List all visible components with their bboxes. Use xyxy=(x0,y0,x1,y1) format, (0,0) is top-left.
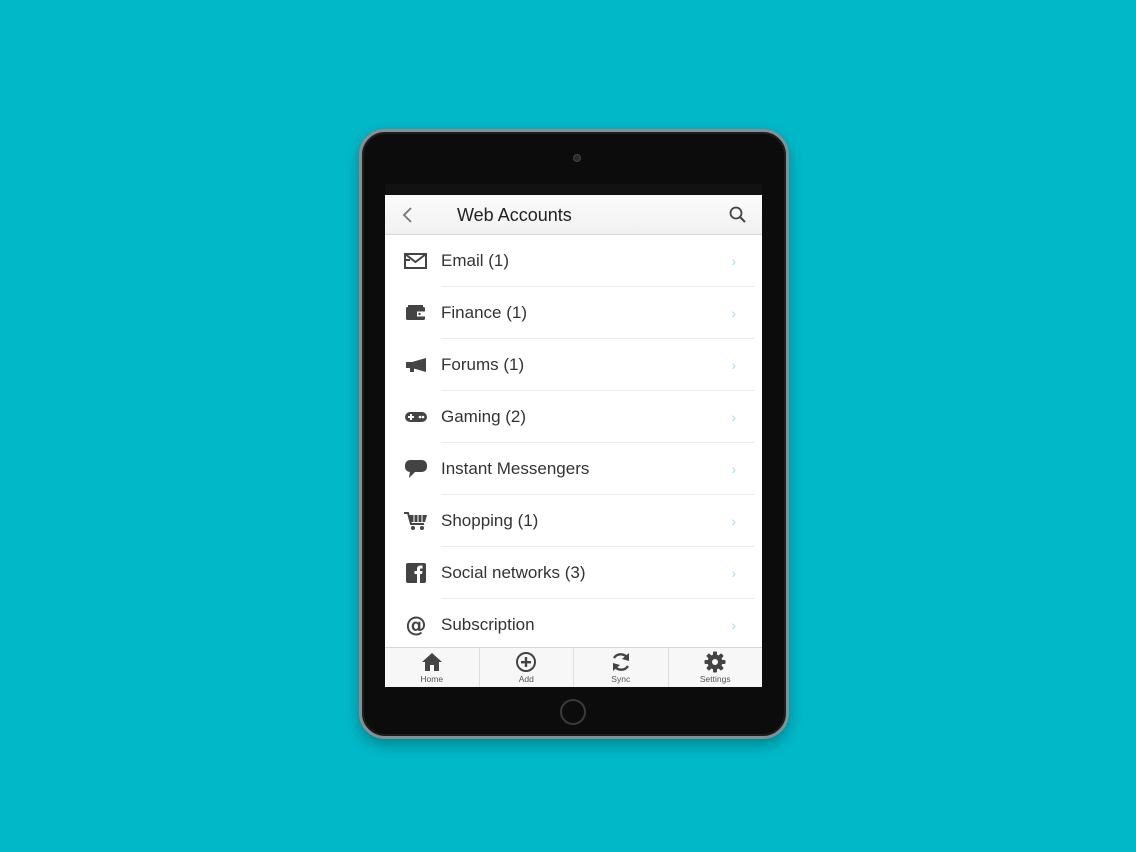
tab-sync[interactable]: Sync xyxy=(573,648,668,687)
wallet-icon xyxy=(406,305,425,320)
tab-add[interactable]: Add xyxy=(478,648,574,687)
tab-settings[interactable]: Settings xyxy=(667,648,763,687)
chevron-right-icon: › xyxy=(731,461,736,477)
chevron-right-icon: › xyxy=(731,253,736,269)
facebook-icon xyxy=(406,563,426,583)
chat-bubble-icon xyxy=(405,460,427,478)
home-hardware-button[interactable] xyxy=(560,699,586,725)
plus-circle-icon xyxy=(516,652,537,672)
status-bar xyxy=(385,184,762,195)
tab-label: Home xyxy=(420,674,444,684)
tab-label: Add xyxy=(518,674,534,684)
list-item-shopping[interactable]: Shopping (1) › xyxy=(385,495,762,547)
chevron-right-icon: › xyxy=(731,305,736,321)
tab-label: Sync xyxy=(611,674,631,684)
list-item-label: Gaming (2) xyxy=(441,407,527,426)
back-button[interactable] xyxy=(397,203,417,227)
list-item-social-networks[interactable]: Social networks (3) › xyxy=(385,547,762,599)
list-item-label: Shopping (1) xyxy=(441,511,539,530)
list-item-subscription[interactable]: @ Subscription › xyxy=(385,599,762,646)
list-item-gaming[interactable]: Gaming (2) › xyxy=(385,391,762,443)
list-item-label: Email (1) xyxy=(441,251,510,270)
svg-text:@: @ xyxy=(406,614,427,636)
category-list: Email (1) › Finance (1) › Forums (1) › G… xyxy=(385,235,762,646)
tab-label: Settings xyxy=(699,674,731,684)
page-title: Web Accounts xyxy=(457,205,572,225)
list-item-forums[interactable]: Forums (1) › xyxy=(385,339,762,391)
chevron-right-icon: › xyxy=(731,565,736,581)
envelope-icon xyxy=(404,253,427,269)
app-screen: Web Accounts Email (1) › Finance (1) › F… xyxy=(385,184,762,687)
sync-icon xyxy=(612,653,629,671)
list-item-label: Subscription xyxy=(441,615,535,634)
home-icon xyxy=(421,653,442,671)
list-item-label: Social networks (3) xyxy=(441,563,586,582)
at-sign-icon: @ xyxy=(406,614,427,636)
chevron-right-icon: › xyxy=(731,409,736,425)
shopping-cart-icon xyxy=(404,512,427,530)
list-item-finance[interactable]: Finance (1) › xyxy=(385,287,762,339)
list-item-label: Forums (1) xyxy=(441,355,525,374)
search-button[interactable] xyxy=(728,205,748,225)
list-item-label: Instant Messengers xyxy=(441,459,590,478)
megaphone-icon xyxy=(406,358,426,372)
tab-bar: Home Add Sync Settings xyxy=(385,647,762,687)
gear-icon xyxy=(704,651,726,673)
gamepad-icon xyxy=(405,412,427,422)
nav-bar: Web Accounts xyxy=(385,195,762,235)
search-icon xyxy=(729,206,746,223)
camera-dot xyxy=(573,154,581,162)
list-item-label: Finance (1) xyxy=(441,303,527,322)
tab-home[interactable]: Home xyxy=(385,648,479,687)
tablet-device: Web Accounts Email (1) › Finance (1) › F… xyxy=(359,129,789,739)
chevron-left-icon xyxy=(402,207,412,223)
chevron-right-icon: › xyxy=(731,357,736,373)
list-item-email[interactable]: Email (1) › xyxy=(385,235,762,287)
list-item-instant-messengers[interactable]: Instant Messengers › xyxy=(385,443,762,495)
chevron-right-icon: › xyxy=(731,617,736,633)
chevron-right-icon: › xyxy=(731,513,736,529)
